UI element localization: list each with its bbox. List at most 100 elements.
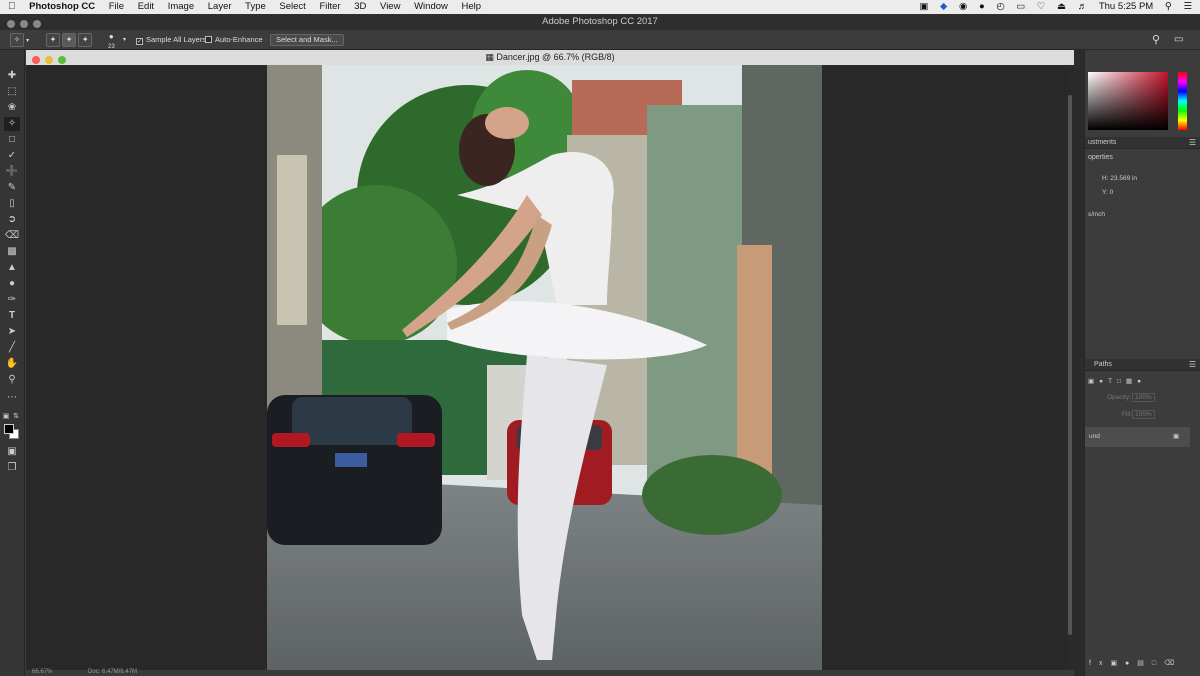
properties-label: operties [1088, 154, 1113, 161]
paths-panel-header[interactable]: Paths ☰ [1085, 359, 1200, 371]
line-tool-icon[interactable]: ╱ [4, 341, 20, 355]
menu-edit[interactable]: Edit [138, 0, 154, 14]
menu-clock[interactable]: Thu 5:25 PM [1099, 0, 1153, 14]
path-selection-tool-icon[interactable]: ➤ [4, 325, 20, 339]
spotlight-icon[interactable]: ⚲ [1165, 0, 1172, 14]
history-brush-tool-icon[interactable]: ➲ [4, 213, 20, 227]
app-menu[interactable]: Photoshop CC [29, 0, 95, 14]
time-machine-icon[interactable]: ◴ [996, 0, 1004, 14]
display-icon[interactable]: ▭ [1016, 0, 1025, 14]
vertical-scrollbar[interactable] [1066, 65, 1074, 670]
panel-dock-edge [1074, 50, 1084, 676]
menu-layer[interactable]: Layer [208, 0, 232, 14]
canvas-area[interactable] [26, 65, 1066, 670]
new-selection-icon[interactable]: ✦ [46, 33, 60, 47]
add-to-selection-icon[interactable]: ✦ [62, 33, 77, 47]
dodge-tool-icon[interactable]: ● [4, 277, 20, 291]
panel-menu-icon[interactable]: ☰ [1189, 359, 1196, 371]
pen-tool-icon[interactable]: ✑ [4, 293, 20, 307]
healing-brush-tool-icon[interactable]: ➕ [4, 165, 20, 179]
adjustments-panel-header[interactable]: ustments ☰ [1085, 137, 1200, 149]
quick-selection-tool-icon[interactable]: ✧ [4, 117, 20, 131]
fill-label: Fill: [1122, 411, 1133, 418]
menu-view[interactable]: View [380, 0, 400, 14]
opacity-field[interactable]: 100% [1132, 393, 1155, 402]
swap-colors-icon[interactable]: ⇅ [12, 410, 20, 424]
close-window-button[interactable] [7, 20, 15, 28]
brush-picker[interactable]: ● 23 [108, 32, 115, 52]
menu-file[interactable]: File [109, 0, 124, 14]
scrollbar-thumb[interactable] [1068, 95, 1072, 635]
sample-all-layers-label: Sample All Layers [146, 35, 207, 44]
menu-select[interactable]: Select [279, 0, 305, 14]
minimize-window-button[interactable] [20, 20, 28, 28]
properties-panel-header[interactable]: operties [1085, 152, 1200, 164]
menu-image[interactable]: Image [168, 0, 194, 14]
clone-stamp-tool-icon[interactable]: ▯ [4, 197, 20, 211]
menu-help[interactable]: Help [462, 0, 482, 14]
sample-all-layers-checkbox[interactable]: ✓ [136, 38, 143, 45]
marquee-tool-icon[interactable]: ⬚ [4, 85, 20, 99]
fill-field[interactable]: 100% [1132, 410, 1155, 419]
document-title-bar[interactable]: ▦ Dancer.jpg @ 66.7% (RGB/8) [26, 50, 1074, 65]
layer-filter-icons[interactable]: ▣●T□▦● [1088, 377, 1146, 385]
document-minimize-button[interactable] [45, 55, 53, 64]
creative-cloud-icon[interactable]: ◉ [959, 0, 967, 14]
background-layer-row[interactable]: und ▣ [1085, 427, 1190, 447]
brush-tip-icon: ● [108, 32, 114, 41]
gradient-tool-icon[interactable]: ▩ [4, 245, 20, 259]
eyedropper-tool-icon[interactable]: ✓ [4, 149, 20, 163]
menu-type[interactable]: Type [245, 0, 266, 14]
default-colors-icon[interactable]: ▣ [2, 410, 10, 424]
lasso-tool-icon[interactable]: ❀ [4, 101, 20, 115]
y-value: Y: 0 [1102, 189, 1114, 196]
document-close-button[interactable] [32, 55, 40, 64]
volume-icon[interactable]: ♬ [1078, 0, 1088, 14]
blur-tool-icon[interactable]: ▲ [4, 261, 20, 275]
workspace-switcher-icon[interactable]: ▭ [1174, 30, 1183, 50]
panel-menu-icon[interactable]: ☰ [1189, 137, 1196, 149]
search-icon[interactable]: ⚲ [1152, 30, 1160, 50]
dancer-photo[interactable] [267, 65, 822, 670]
apple-icon[interactable]:  [8, 0, 16, 14]
color-picker-field[interactable] [1088, 72, 1168, 130]
layers-footer-icons[interactable]: fx▣●▤□⌫ [1089, 659, 1182, 667]
lock-icon[interactable]: ▣ [1173, 432, 1179, 440]
quick-mask-icon[interactable]: ▣ [4, 445, 20, 459]
wifi-icon[interactable]: ♡ [1037, 0, 1046, 14]
screen-record-icon[interactable]: ▣ [919, 0, 928, 14]
dropbox-icon[interactable]: ◆ [940, 0, 947, 14]
tail-light [397, 433, 435, 447]
zoom-tool-icon[interactable]: ⚲ [4, 373, 20, 387]
notification-center-icon[interactable]: ☰ [1183, 0, 1192, 14]
zoom-level[interactable]: 66.67% [32, 669, 52, 675]
crop-tool-icon[interactable]: □ [4, 133, 20, 147]
menu-window[interactable]: Window [414, 0, 448, 14]
menu-3d[interactable]: 3D [354, 0, 366, 14]
subtract-from-selection-icon[interactable]: ✦ [78, 33, 93, 47]
brush-picker-chevron-icon[interactable]: ▾ [123, 30, 126, 50]
eraser-tool-icon[interactable]: ⌫ [4, 229, 20, 243]
type-tool-icon[interactable]: T [4, 309, 20, 323]
resolution-label: s/inch [1088, 211, 1105, 218]
edit-toolbar-icon[interactable]: ⋯ [4, 391, 20, 405]
zoom-window-button[interactable] [33, 20, 41, 28]
brush-tool-icon[interactable]: ✎ [4, 181, 20, 195]
eject-icon[interactable]: ⏏ [1057, 0, 1066, 14]
auto-enhance-checkbox[interactable] [205, 36, 212, 43]
left-building [277, 155, 307, 325]
foreground-color-swatch[interactable] [4, 424, 14, 434]
menu-filter[interactable]: Filter [319, 0, 340, 14]
hand-tool-icon[interactable]: ✋ [4, 357, 20, 371]
layer-name: und [1089, 433, 1100, 440]
cloud-sync-icon[interactable]: ● [979, 0, 985, 14]
screen-mode-icon[interactable]: ❐ [4, 461, 20, 475]
hue-slider[interactable] [1178, 72, 1187, 130]
document-zoom-button[interactable] [58, 55, 66, 64]
tool-preset-picker[interactable]: ✧ ▾ [10, 30, 29, 50]
adjustments-label: ustments [1088, 139, 1117, 146]
select-and-mask-button[interactable]: Select and Mask... [270, 34, 344, 46]
auto-enhance-label: Auto-Enhance [215, 35, 263, 44]
move-tool-icon[interactable]: ✚ [4, 69, 20, 83]
document-window: ▦ Dancer.jpg @ 66.7% (RGB/8) 66.67% Doc:… [26, 50, 1074, 676]
